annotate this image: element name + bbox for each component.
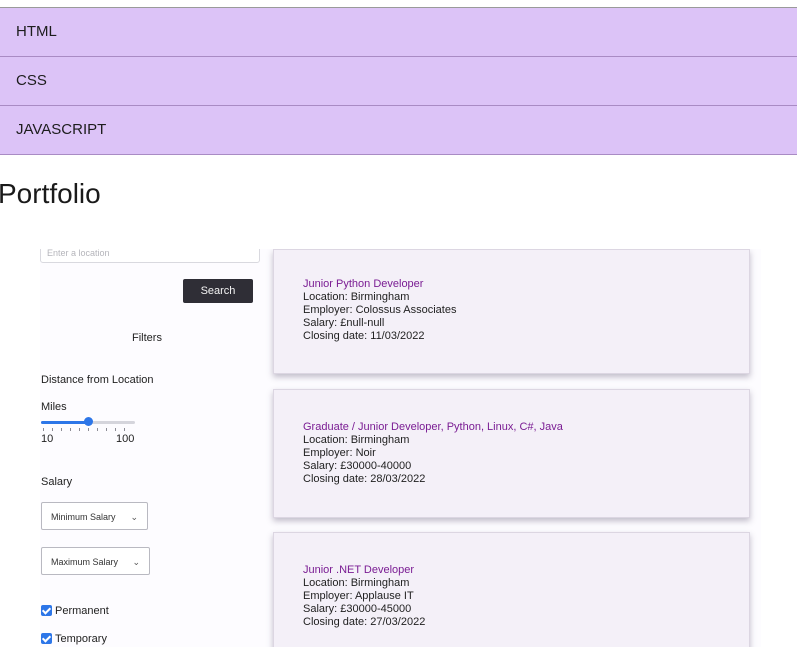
job-location: Location: Birmingham xyxy=(303,577,410,589)
page-title: Portfolio xyxy=(0,178,101,209)
max-salary-select[interactable]: Maximum Salary ⌄ xyxy=(41,547,150,575)
distance-label: Distance from Location xyxy=(41,374,154,386)
slider-min-label: 10 xyxy=(41,433,54,445)
nav-item-javascript[interactable]: JAVASCRIPT xyxy=(0,106,797,155)
chevron-down-icon: ⌄ xyxy=(132,557,140,567)
min-salary-value: Minimum Salary xyxy=(51,512,116,522)
portfolio-screenshot: Enter a location Search Filters Distance… xyxy=(40,249,761,647)
job-title[interactable]: Graduate / Junior Developer, Python, Lin… xyxy=(303,421,563,434)
max-salary-value: Maximum Salary xyxy=(51,557,119,567)
slider-ticks xyxy=(43,428,133,431)
filters-heading: Filters xyxy=(132,332,162,344)
slider-max-label: 100 xyxy=(116,433,135,445)
job-closing-date: Closing date: 11/03/2022 xyxy=(303,330,425,342)
distance-slider[interactable] xyxy=(41,417,135,431)
miles-label: Miles xyxy=(41,401,67,413)
search-button[interactable]: Search xyxy=(183,279,253,303)
job-card[interactable]: Graduate / Junior Developer, Python, Lin… xyxy=(273,389,750,518)
permanent-label: Permanent xyxy=(55,605,109,617)
job-location: Location: Birmingham xyxy=(303,434,410,446)
temporary-label: Temporary xyxy=(55,633,107,645)
main-nav: HTML CSS JAVASCRIPT xyxy=(0,8,797,155)
job-employer: Employer: Colossus Associates xyxy=(303,304,457,316)
nav-item-html[interactable]: HTML xyxy=(0,8,797,57)
job-location: Location: Birmingham xyxy=(303,291,410,303)
job-salary: Salary: £null-null xyxy=(303,317,385,329)
salary-label: Salary xyxy=(41,476,73,488)
job-closing-date: Closing date: 28/03/2022 xyxy=(303,473,426,485)
job-card[interactable]: Junior Python Developer Location: Birmin… xyxy=(273,249,750,374)
job-closing-date: Closing date: 27/03/2022 xyxy=(303,616,426,628)
permanent-checkbox[interactable] xyxy=(41,605,52,616)
min-salary-select[interactable]: Minimum Salary ⌄ xyxy=(41,502,148,530)
job-title[interactable]: Junior Python Developer xyxy=(303,278,456,291)
job-salary: Salary: £30000-45000 xyxy=(303,603,412,615)
job-title[interactable]: Junior .NET Developer xyxy=(303,564,425,577)
location-input[interactable]: Enter a location xyxy=(40,249,260,263)
temporary-checkbox[interactable] xyxy=(41,633,52,644)
slider-thumb[interactable] xyxy=(84,417,93,426)
permanent-option[interactable]: Permanent xyxy=(41,604,109,618)
job-employer: Employer: Noir xyxy=(303,447,376,459)
slider-fill xyxy=(41,421,89,424)
nav-item-css[interactable]: CSS xyxy=(0,57,797,106)
job-card[interactable]: Junior .NET Developer Location: Birmingh… xyxy=(273,532,750,647)
job-employer: Employer: Applause IT xyxy=(303,590,414,602)
job-salary: Salary: £30000-40000 xyxy=(303,460,412,472)
temporary-option[interactable]: Temporary xyxy=(41,632,107,646)
chevron-down-icon: ⌄ xyxy=(130,512,138,522)
